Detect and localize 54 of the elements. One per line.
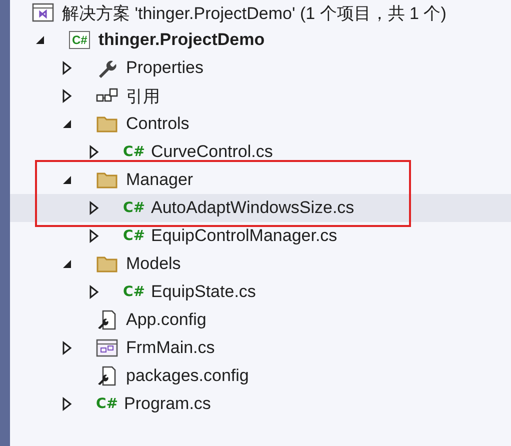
tree-item[interactable]: C# EquipControlManager.cs	[10, 222, 511, 250]
solution-title: 解决方案 'thinger.ProjectDemo' (1 个项目，共 1 个)	[62, 2, 446, 24]
tree-item[interactable]: C# AutoAdaptWindowsSize.cs	[10, 194, 511, 222]
tree-item[interactable]: Properties	[10, 54, 511, 82]
tree-item[interactable]: App.config	[10, 306, 511, 334]
csharp-file-icon: C#	[96, 394, 118, 414]
item-label: Controls	[126, 114, 190, 134]
expand-arrow-icon[interactable]	[62, 89, 72, 103]
tree-item[interactable]: C# EquipState.cs	[10, 278, 511, 306]
collapse-arrow-icon[interactable]	[62, 119, 72, 129]
expand-arrow-icon[interactable]	[89, 201, 99, 215]
item-label: Models	[126, 254, 181, 274]
collapse-arrow-icon[interactable]	[62, 175, 72, 185]
item-label: Properties	[126, 58, 204, 78]
solution-icon	[32, 3, 54, 23]
item-label: EquipControlManager.cs	[151, 226, 338, 246]
expand-arrow-icon[interactable]	[62, 341, 72, 355]
item-label: EquipState.cs	[151, 282, 256, 302]
tree-item[interactable]: C# CurveControl.cs	[10, 138, 511, 166]
config-file-icon	[96, 310, 118, 330]
csharp-file-icon: C#	[123, 198, 146, 218]
tree-item[interactable]: 引用	[10, 82, 511, 110]
tree-item[interactable]: Controls	[10, 110, 511, 138]
item-label: Program.cs	[124, 394, 211, 414]
collapse-arrow-icon[interactable]	[62, 259, 72, 269]
item-label: AutoAdaptWindowsSize.cs	[151, 198, 354, 218]
config-file-icon	[96, 366, 118, 386]
csharp-file-icon: C#	[123, 142, 146, 162]
expand-arrow-icon[interactable]	[89, 145, 99, 159]
item-label: Manager	[126, 170, 194, 190]
item-label: packages.config	[126, 366, 249, 386]
item-label: CurveControl.cs	[151, 142, 273, 162]
tree-item[interactable]: Manager	[10, 166, 511, 194]
collapse-arrow-icon[interactable]	[35, 35, 45, 45]
item-label: App.config	[126, 310, 206, 330]
tree-item[interactable]: C# thinger.ProjectDemo	[10, 26, 511, 54]
folder-icon	[96, 170, 118, 190]
item-label: FrmMain.cs	[126, 338, 215, 358]
item-label: 引用	[126, 86, 160, 108]
expand-arrow-icon[interactable]	[89, 285, 99, 299]
form-icon	[96, 338, 118, 358]
tree-item[interactable]: Models	[10, 250, 511, 278]
expand-arrow-icon[interactable]	[62, 61, 72, 75]
tree-item[interactable]: packages.config	[10, 362, 511, 390]
csharp-project-icon: C#	[69, 31, 90, 49]
expand-arrow-icon[interactable]	[89, 229, 99, 243]
tree-item[interactable]: C# Program.cs	[10, 390, 511, 418]
folder-icon	[96, 254, 118, 274]
folder-icon	[96, 114, 118, 134]
expand-arrow-icon[interactable]	[62, 397, 72, 411]
item-label: thinger.ProjectDemo	[98, 30, 265, 50]
tree-item[interactable]: FrmMain.cs	[10, 334, 511, 362]
csharp-file-icon: C#	[123, 226, 146, 246]
csharp-file-icon: C#	[123, 282, 146, 302]
